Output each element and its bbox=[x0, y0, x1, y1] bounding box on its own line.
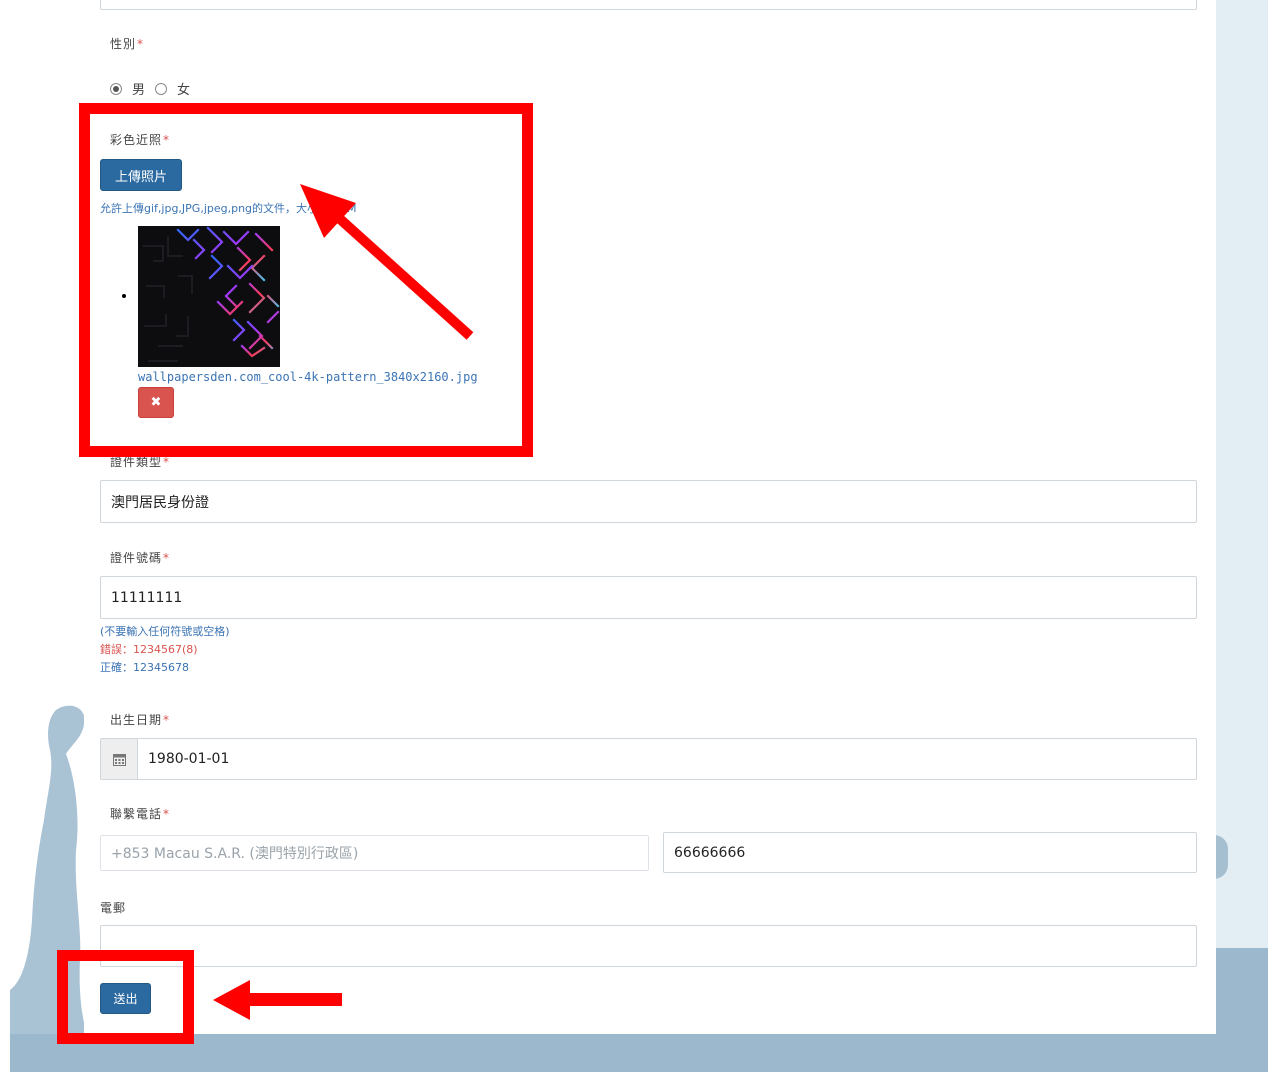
gender-label-text: 性別 bbox=[110, 37, 137, 51]
id-number-label: 證件號碼* bbox=[110, 549, 170, 566]
email-label-text: 電郵 bbox=[100, 901, 127, 915]
id-number-label-text: 證件號碼 bbox=[110, 551, 163, 565]
annotation-box-submit bbox=[57, 950, 194, 1044]
birth-date-label: 出生日期* bbox=[110, 711, 170, 728]
gender-radio-female[interactable] bbox=[155, 82, 168, 95]
gender-option-male-label: 男 bbox=[132, 83, 146, 98]
birth-date-input[interactable]: 1980-01-01 bbox=[137, 738, 1197, 780]
required-mark: * bbox=[137, 37, 145, 51]
id-type-label-text: 證件類型 bbox=[110, 455, 163, 469]
required-mark: * bbox=[163, 713, 171, 727]
gender-radio-group: 男 女 bbox=[110, 79, 200, 98]
birth-date-value: 1980-01-01 bbox=[148, 751, 230, 767]
required-mark: * bbox=[163, 807, 171, 821]
background-hill bbox=[1216, 948, 1268, 1038]
phone-label-text: 聯繫電話 bbox=[110, 807, 163, 821]
phone-number-input[interactable]: 66666666 bbox=[663, 832, 1197, 873]
id-number-correct-example: 正確：12345678 bbox=[100, 661, 189, 674]
phone-prefix-select[interactable]: +853 Macau S.A.R. (澳門特別行政區) bbox=[100, 835, 649, 871]
previous-field-input[interactable] bbox=[100, 0, 1197, 10]
id-number-input[interactable]: 11111111 bbox=[100, 576, 1197, 619]
calendar-icon[interactable] bbox=[100, 738, 138, 780]
id-number-note: (不要輸入任何符號或空格) bbox=[100, 625, 230, 638]
email-label: 電郵 bbox=[100, 899, 126, 916]
calendar-glyph bbox=[112, 753, 126, 766]
gender-label: 性別* bbox=[110, 35, 144, 52]
background-right bbox=[1216, 0, 1268, 1072]
required-mark: * bbox=[163, 455, 171, 469]
email-input[interactable] bbox=[100, 925, 1197, 967]
gender-option-female-label: 女 bbox=[177, 83, 191, 98]
id-number-wrong-example: 錯誤：1234567(8) bbox=[100, 643, 198, 656]
background-bottom bbox=[10, 1034, 1268, 1072]
birth-date-label-text: 出生日期 bbox=[110, 713, 163, 727]
phone-number-value: 66666666 bbox=[674, 844, 746, 861]
id-type-value: 澳門居民身份證 bbox=[111, 494, 209, 511]
id-number-value: 11111111 bbox=[111, 589, 183, 606]
annotation-box-photo bbox=[79, 103, 533, 457]
id-type-select[interactable]: 澳門居民身份證 bbox=[100, 480, 1197, 523]
phone-prefix-text: +853 Macau S.A.R. (澳門特別行政區) bbox=[111, 846, 359, 862]
phone-label: 聯繫電話* bbox=[110, 805, 170, 822]
required-mark: * bbox=[163, 551, 171, 565]
gender-radio-male[interactable] bbox=[110, 82, 122, 95]
